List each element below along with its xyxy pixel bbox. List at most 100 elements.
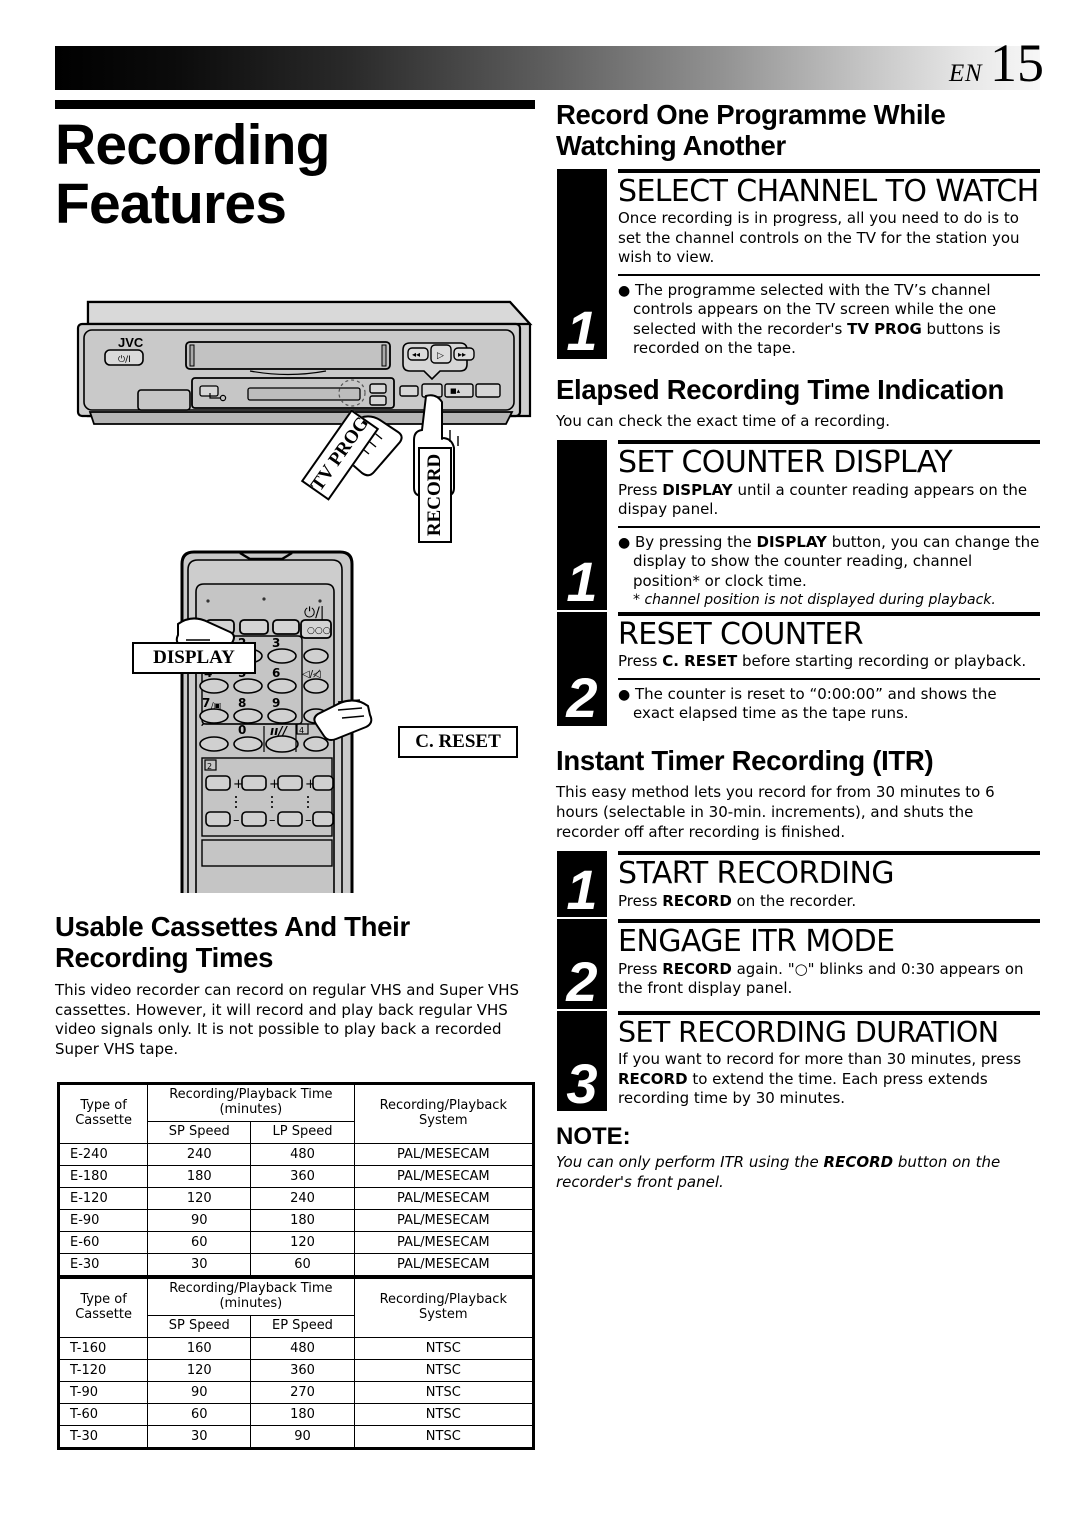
step-rule	[618, 611, 1040, 616]
flap-strip	[247, 387, 361, 401]
key-6[interactable]	[267, 678, 297, 694]
aux-button[interactable]	[399, 385, 419, 397]
plus-button-1[interactable]	[205, 775, 231, 791]
key-0[interactable]	[233, 736, 263, 752]
bullet-dot: ●	[618, 686, 631, 703]
step-text: Press C. RESET before starting recording…	[618, 652, 1027, 671]
callout-display: DISPLAY	[132, 642, 256, 674]
step-set-duration: 3 SET RECORDING DURATION If you want to …	[556, 1011, 1040, 1112]
remote-top-button-2[interactable]	[239, 619, 269, 635]
tv-prog-up-button[interactable]	[369, 383, 387, 394]
step-heading: RESET COUNTER	[618, 616, 864, 652]
stop-eject-icon: ■▴	[450, 387, 461, 395]
minus-button-3[interactable]	[277, 811, 303, 827]
header-speed-1: SP Speed	[147, 1314, 252, 1338]
step-text: Press DISPLAY until a counter reading ap…	[618, 480, 1028, 519]
table-row: T-160 160 480 NTSC	[58, 1336, 534, 1360]
table-row: T-90 90 270 NTSC	[58, 1380, 534, 1404]
header-system: Recording/Playback System	[353, 1084, 534, 1144]
right-column: Record One Programme While Watching Anot…	[556, 99, 1040, 1193]
pal-cassette-table: Type of Cassette Recording/Playback Time…	[58, 1084, 534, 1276]
plus-button-4[interactable]	[312, 775, 334, 791]
cell-sp: 240	[147, 1142, 252, 1166]
bullet-dot: ●	[618, 534, 631, 551]
term-display: DISPLAY	[662, 480, 733, 499]
section-title-watch: Record One Programme While Watching Anot…	[556, 99, 946, 161]
key-side-1[interactable]	[303, 648, 329, 664]
cell-system: PAL/MESECAM	[353, 1164, 534, 1188]
step-heading: START RECORDING	[618, 856, 895, 892]
step-number: 1	[557, 851, 607, 918]
table-header-row: Type of Cassette Recording/Playback Time…	[58, 1277, 534, 1338]
header-system: Recording/Playback System	[353, 1277, 534, 1338]
key-5[interactable]	[233, 678, 263, 694]
key-left-extra[interactable]	[199, 736, 229, 752]
key-3[interactable]	[267, 648, 297, 664]
svg-text:4: 4	[299, 726, 304, 735]
cell-system: PAL/MESECAM	[353, 1142, 534, 1166]
small-button-a[interactable]	[199, 385, 219, 397]
cell-second: 60	[250, 1252, 355, 1276]
cell-second: 240	[250, 1186, 355, 1210]
page-header-gradient-bar	[55, 46, 1040, 90]
step-text: Press RECORD again. "○" blinks and 0:30 …	[618, 959, 1024, 998]
minus-button-2[interactable]	[241, 811, 267, 827]
table-row: E-60 60 120 PAL/MESECAM	[58, 1230, 534, 1254]
key-speed[interactable]	[265, 735, 299, 753]
remote-top-button-3[interactable]	[272, 619, 300, 635]
key-label-9: 9	[272, 696, 280, 710]
table-row: T-120 120 360 NTSC	[58, 1358, 534, 1382]
step-bullet: ● By pressing the DISPLAY button, you ca…	[618, 532, 1040, 590]
vcr-svg: JVC ⏻/I ◂◂ ▷ ▸▸ ■▴	[76, 300, 533, 497]
term-record-note: RECORD	[823, 1153, 894, 1172]
ntsc-cassette-table: Type of Cassette Recording/Playback Time…	[58, 1277, 534, 1448]
tv-prog-down-button[interactable]	[369, 395, 387, 406]
header-speed-1: SP Speed	[147, 1120, 252, 1144]
cell-sp: 60	[147, 1230, 252, 1254]
table-row: E-120 120 240 PAL/MESECAM	[58, 1186, 534, 1210]
note-text: You can only perform ITR using the RECOR…	[556, 1153, 1001, 1191]
cell-type: T-160	[58, 1336, 149, 1360]
callout-record: RECORD	[418, 447, 452, 543]
key-9[interactable]	[267, 708, 297, 724]
minus-button-4[interactable]	[312, 811, 334, 827]
step-number: 1	[557, 440, 607, 610]
plus-button-2[interactable]	[241, 775, 267, 791]
aux-button-2[interactable]	[475, 383, 501, 398]
cell-type: E-240	[58, 1142, 149, 1166]
cell-system: NTSC	[353, 1380, 534, 1404]
key-4[interactable]	[199, 678, 229, 694]
cell-second: 90	[250, 1424, 355, 1448]
remote-control-illustration: ⏻/| ○○○ 1 2 3 4 5 6 ◁/◁̸ 7 /▣ 8 9	[130, 548, 530, 893]
cassette-slot[interactable]	[185, 341, 391, 370]
key-7[interactable]	[199, 708, 229, 724]
cell-type: T-120	[58, 1358, 149, 1382]
section-intro-itr: This easy method lets you record for fro…	[556, 783, 995, 842]
cell-type: E-180	[58, 1164, 149, 1188]
key-badge-4[interactable]	[303, 736, 329, 752]
play-icon: ▷	[437, 351, 444, 361]
step-start-recording: 1 START RECORDING Press RECORD on the re…	[556, 851, 1040, 918]
key-8[interactable]	[233, 708, 263, 724]
term-record-3: RECORD	[618, 1069, 688, 1088]
cell-sp: 30	[147, 1424, 252, 1448]
cell-sp: 90	[147, 1208, 252, 1232]
svg-text:2: 2	[207, 762, 212, 771]
language-code: EN	[949, 60, 982, 87]
minus-button-1[interactable]	[205, 811, 231, 827]
cell-system: NTSC	[353, 1336, 534, 1360]
remote-power-icon: ⏻/|	[304, 605, 325, 621]
cell-system: NTSC	[353, 1358, 534, 1382]
cell-second: 480	[250, 1336, 355, 1360]
svg-text:–: –	[305, 813, 312, 828]
key-volume[interactable]	[303, 678, 329, 694]
cell-system: PAL/MESECAM	[353, 1208, 534, 1232]
key-label-8: 8	[238, 696, 246, 710]
cell-second: 360	[250, 1164, 355, 1188]
term-c-reset: C. RESET	[662, 652, 738, 671]
step-divider	[618, 525, 1040, 528]
cell-second: 180	[250, 1208, 355, 1232]
plus-button-3[interactable]	[277, 775, 303, 791]
cell-second: 180	[250, 1402, 355, 1426]
cassettes-section-intro: This video recorder can record on regula…	[55, 980, 520, 1059]
